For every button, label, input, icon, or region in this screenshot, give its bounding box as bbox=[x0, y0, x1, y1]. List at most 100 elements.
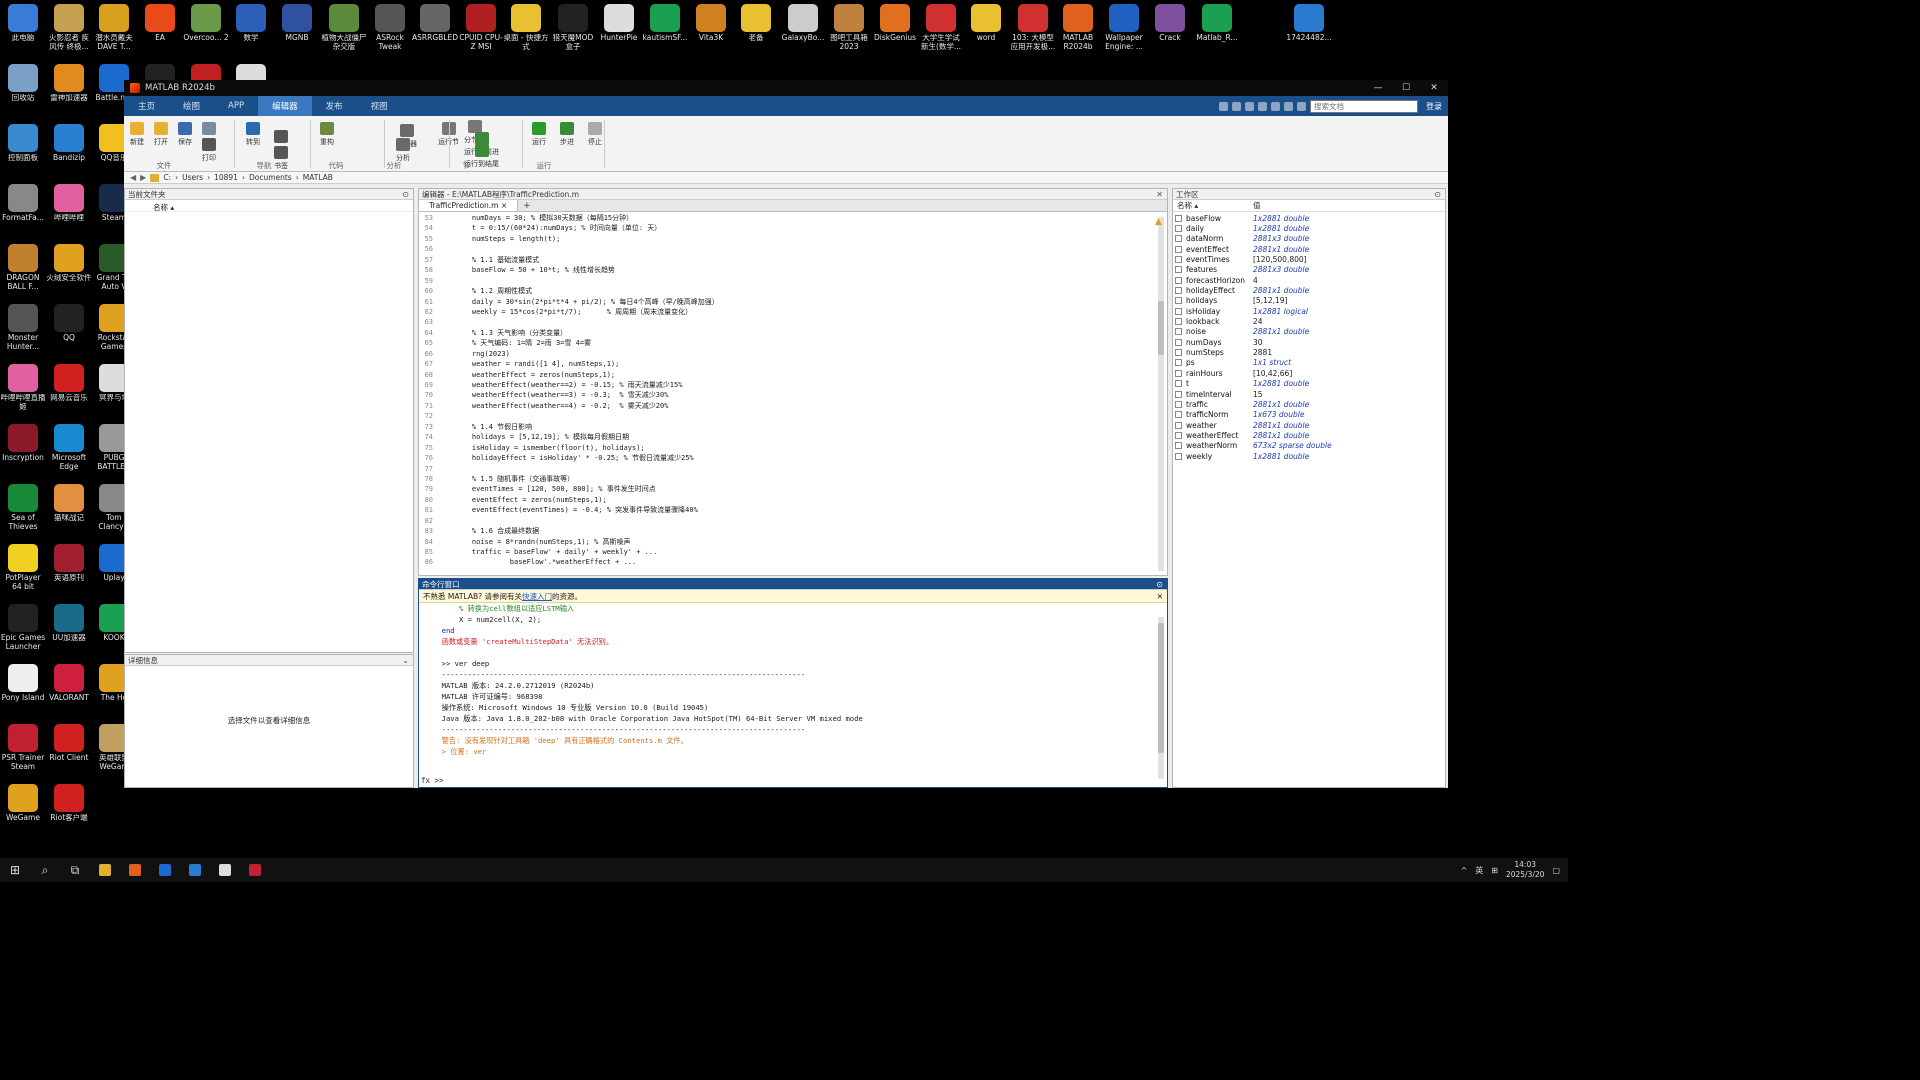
desktop-icon[interactable]: word bbox=[963, 4, 1009, 51]
collapse-icon[interactable]: ⌄ bbox=[402, 656, 409, 665]
ribbon-button[interactable]: 打开 bbox=[154, 122, 168, 147]
code-line[interactable]: 66 rng(2023) bbox=[419, 349, 1151, 359]
workspace-variable-row[interactable]: timeInterval 15 bbox=[1173, 389, 1445, 399]
ribbon-button[interactable]: 保存 bbox=[178, 122, 192, 147]
desktop-icon[interactable]: 17424482... bbox=[1286, 4, 1332, 51]
code-area[interactable]: 53 numDays = 30; % 模拟30天数据（每隔15分钟） 54 t =… bbox=[419, 213, 1151, 575]
desktop-icon[interactable]: Riot Client bbox=[46, 724, 92, 771]
workspace-variable-row[interactable]: ps 1x1 struct bbox=[1173, 358, 1445, 368]
code-line[interactable]: 86 baseFlow'.*weatherEffect + ... bbox=[419, 557, 1151, 567]
quick-cut-icon[interactable] bbox=[1232, 101, 1241, 111]
code-line[interactable]: 79 eventTimes = [120, 500, 800]; % 事件发生时… bbox=[419, 484, 1151, 494]
close-editor-icon[interactable]: ✕ bbox=[1156, 190, 1163, 199]
quick-save-icon[interactable] bbox=[1219, 101, 1228, 111]
tray-chevron-icon[interactable]: ^ bbox=[1461, 866, 1468, 875]
tab-plots[interactable]: 绘图 bbox=[169, 96, 214, 116]
maximize-button[interactable]: ☐ bbox=[1392, 83, 1420, 93]
code-line[interactable]: 75 isHoliday = ismember(floor(t), holida… bbox=[419, 443, 1151, 453]
workspace-variable-row[interactable]: daily 1x2881 double bbox=[1173, 223, 1445, 233]
quick-paste-icon[interactable] bbox=[1258, 101, 1267, 111]
ribbon-button[interactable]: 打印 bbox=[202, 138, 216, 163]
address-bar[interactable]: ◀ ▶ C: › Users › 10891 › Documents › MATLAB bbox=[124, 172, 1448, 184]
workspace-variable-row[interactable]: forecastHorizon 4 bbox=[1173, 275, 1445, 285]
quick-copy-icon[interactable] bbox=[1245, 101, 1254, 111]
code-line[interactable]: 64 % 1.3 天气影响（分类变量） bbox=[419, 328, 1151, 338]
desktop-icon[interactable]: MATLAB R2024b bbox=[1055, 4, 1101, 51]
desktop-icon[interactable]: QQ bbox=[46, 304, 92, 351]
tab-view[interactable]: 视图 bbox=[357, 96, 402, 116]
matlab-taskbar-icon[interactable] bbox=[120, 858, 150, 882]
minimize-button[interactable]: — bbox=[1364, 83, 1392, 93]
code-line[interactable]: 81 eventEffect(eventTimes) = -0.4; % 突发事… bbox=[419, 505, 1151, 515]
task-view-icon[interactable]: ⧉ bbox=[60, 858, 90, 882]
code-line[interactable]: 71 weatherEffect(weather==4) = -0.2; % 雾… bbox=[419, 401, 1151, 411]
ribbon-button[interactable]: 停止 bbox=[588, 122, 602, 147]
desktop-icon[interactable]: ASRRGBLED bbox=[412, 4, 458, 51]
path-part[interactable]: MATLAB bbox=[303, 173, 333, 182]
desktop-icon[interactable]: 潜水员戴夫 DAVE T... bbox=[91, 4, 137, 51]
workspace-variable-row[interactable]: weatherEffect 2881x1 double bbox=[1173, 430, 1445, 440]
desktop-icon[interactable]: 网易云音乐 bbox=[46, 364, 92, 411]
workspace-variable-row[interactable]: holidayEffect 2881x1 double bbox=[1173, 285, 1445, 295]
ribbon-button[interactable]: 重构 bbox=[320, 122, 334, 147]
code-line[interactable]: 60 % 1.2 周期性模式 bbox=[419, 286, 1151, 296]
workspace-variable-row[interactable]: baseFlow 1x2881 double bbox=[1173, 213, 1445, 223]
warning-icon[interactable]: ▲ bbox=[1155, 217, 1165, 227]
workspace-variable-row[interactable]: dataNorm 2881x3 double bbox=[1173, 234, 1445, 244]
path-part[interactable]: Documents bbox=[249, 173, 292, 182]
keyboard-icon[interactable]: ⊞ bbox=[1491, 866, 1498, 875]
search-icon[interactable]: ⌕ bbox=[30, 858, 60, 882]
desktop-icon[interactable]: Bandizip bbox=[46, 124, 92, 171]
undo-icon[interactable] bbox=[1271, 101, 1280, 111]
desktop-icon[interactable]: 猫咪战记 bbox=[46, 484, 92, 531]
forward-arrow-icon[interactable]: ▶ bbox=[140, 173, 146, 182]
code-line[interactable]: 82 bbox=[419, 516, 1151, 526]
ws-name-header[interactable]: 名称 ▴ bbox=[1173, 200, 1253, 211]
command-scrollbar[interactable] bbox=[1158, 617, 1164, 779]
back-arrow-icon[interactable]: ◀ bbox=[130, 173, 136, 182]
desktop-icon[interactable]: ASRock Tweak bbox=[367, 4, 413, 51]
tab-apps[interactable]: APP bbox=[214, 96, 258, 116]
code-line[interactable]: 83 % 1.6 合成最终数据 bbox=[419, 526, 1151, 536]
workspace-variable-row[interactable]: noise 2881x1 double bbox=[1173, 327, 1445, 337]
code-line[interactable]: 65 % 天气编码: 1=晴 2=雨 3=雪 4=雾 bbox=[419, 338, 1151, 348]
close-button[interactable]: ✕ bbox=[1420, 83, 1448, 93]
desktop-icon[interactable]: UU加速器 bbox=[46, 604, 92, 651]
desktop-icon[interactable]: 哔哩哔哩直播姬 bbox=[0, 364, 46, 411]
workspace-variable-row[interactable]: weekly 1x2881 double bbox=[1173, 451, 1445, 461]
desktop-icon[interactable]: Matlab_R... bbox=[1194, 4, 1240, 51]
command-menu-icon[interactable]: ⊙ bbox=[1156, 580, 1163, 589]
desktop-icon[interactable]: MGNB bbox=[274, 4, 320, 51]
workspace-variable-row[interactable]: isHoliday 1x2881 logical bbox=[1173, 306, 1445, 316]
ime-indicator[interactable]: 英 bbox=[1475, 865, 1483, 876]
desktop-icon[interactable]: 图吧工具箱2023 bbox=[826, 4, 872, 51]
code-line[interactable]: 77 bbox=[419, 464, 1151, 474]
desktop-icon[interactable]: 回收站 bbox=[0, 64, 46, 111]
file-tab-trafficprediction[interactable]: TrafficPrediction.m × bbox=[419, 200, 519, 211]
desktop-icon[interactable]: FormatFa... bbox=[0, 184, 46, 231]
code-line[interactable]: 62 weekly = 15*cos(2*pi*t/7); % 周周期（周末流量… bbox=[419, 307, 1151, 317]
desktop-icon[interactable]: Overcoo... 2 bbox=[183, 4, 229, 51]
workspace-variable-row[interactable]: numSteps 2881 bbox=[1173, 347, 1445, 357]
ribbon-button[interactable]: 转到 bbox=[246, 122, 260, 147]
command-scroll-thumb[interactable] bbox=[1158, 623, 1164, 753]
workspace-variable-row[interactable]: lookback 24 bbox=[1173, 316, 1445, 326]
desktop-icon[interactable]: 英语原刊 bbox=[46, 544, 92, 591]
app-taskbar-icon[interactable] bbox=[180, 858, 210, 882]
desktop-icon[interactable]: 大学生学试 新生(数学... bbox=[918, 4, 964, 51]
workspace-variable-row[interactable]: features 2881x3 double bbox=[1173, 265, 1445, 275]
code-line[interactable]: 56 bbox=[419, 244, 1151, 254]
desktop-icon[interactable]: DRAGON BALL F... bbox=[0, 244, 46, 291]
workspace-variable-row[interactable]: weather 2881x1 double bbox=[1173, 420, 1445, 430]
steam-taskbar-icon[interactable] bbox=[210, 858, 240, 882]
code-line[interactable]: 57 % 1.1 基础流量模式 bbox=[419, 255, 1151, 265]
code-line[interactable]: 84 noise = 8*randn(numSteps,1); % 高斯噪声 bbox=[419, 537, 1151, 547]
desktop-icon[interactable]: 火绒安全软件 bbox=[46, 244, 92, 291]
battlenet-taskbar-icon[interactable] bbox=[150, 858, 180, 882]
new-tab-button[interactable]: + bbox=[518, 200, 536, 211]
desktop-icon[interactable]: Pony Island bbox=[0, 664, 46, 711]
workspace-variable-row[interactable]: weatherNorm 673x2 sparse double bbox=[1173, 441, 1445, 451]
workspace-variable-row[interactable]: numDays 30 bbox=[1173, 337, 1445, 347]
start-button[interactable]: ⊞ bbox=[0, 858, 30, 882]
code-line[interactable]: 69 weatherEffect(weather==2) = -0.15; % … bbox=[419, 380, 1151, 390]
